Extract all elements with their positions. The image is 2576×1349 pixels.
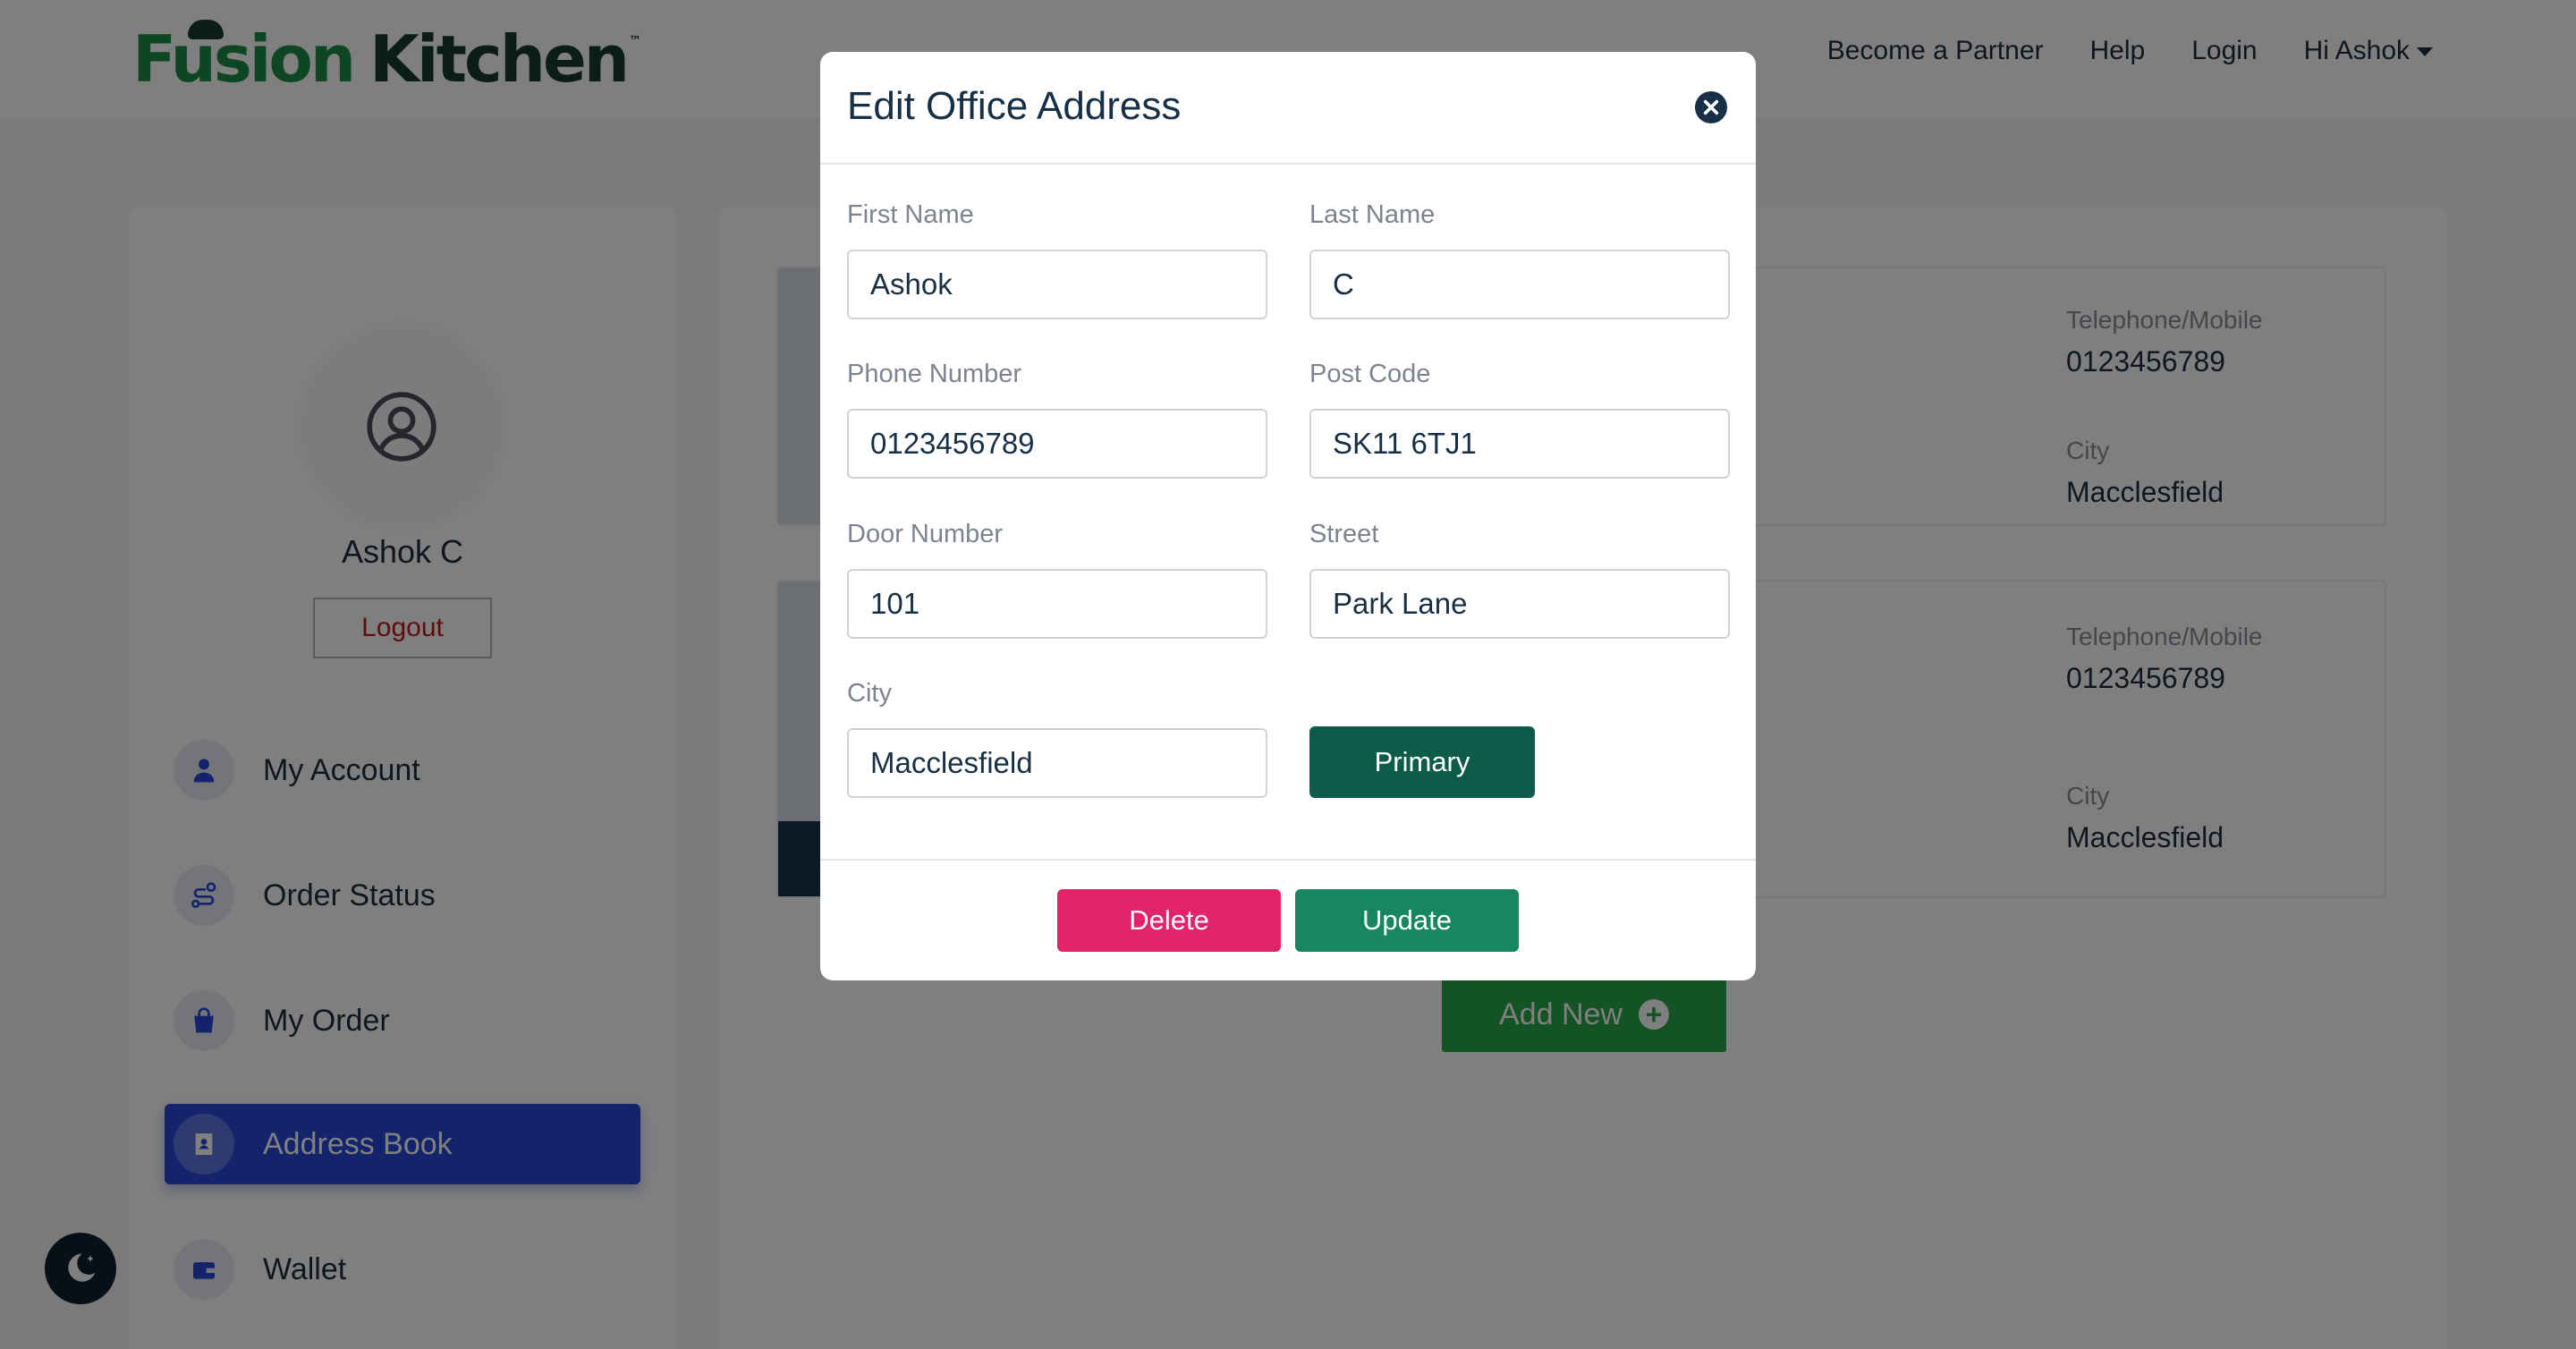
door-number-label: Door Number <box>847 520 1004 548</box>
city-label: City <box>847 679 892 708</box>
city-input[interactable] <box>847 728 1267 798</box>
phone-number-label: Phone Number <box>847 360 1022 388</box>
modal-footer-divider <box>820 859 1756 861</box>
door-number-input[interactable] <box>847 569 1267 639</box>
close-button[interactable] <box>1695 91 1727 123</box>
post-code-input[interactable] <box>1309 409 1730 479</box>
last-name-input[interactable] <box>1309 250 1730 319</box>
edit-address-modal: Edit Office Address First Name Last Name… <box>820 52 1756 980</box>
street-label: Street <box>1309 520 1379 548</box>
post-code-label: Post Code <box>1309 360 1431 388</box>
first-name-input[interactable] <box>847 250 1267 319</box>
close-icon <box>1703 99 1719 115</box>
street-input[interactable] <box>1309 569 1730 639</box>
update-button[interactable]: Update <box>1295 889 1519 952</box>
phone-number-input[interactable] <box>847 409 1267 479</box>
last-name-label: Last Name <box>1309 200 1436 229</box>
modal-header: Edit Office Address <box>820 52 1756 165</box>
modal-title: Edit Office Address <box>847 84 1182 128</box>
primary-toggle-button[interactable]: Primary <box>1309 726 1535 798</box>
first-name-label: First Name <box>847 200 974 229</box>
delete-button[interactable]: Delete <box>1057 889 1281 952</box>
